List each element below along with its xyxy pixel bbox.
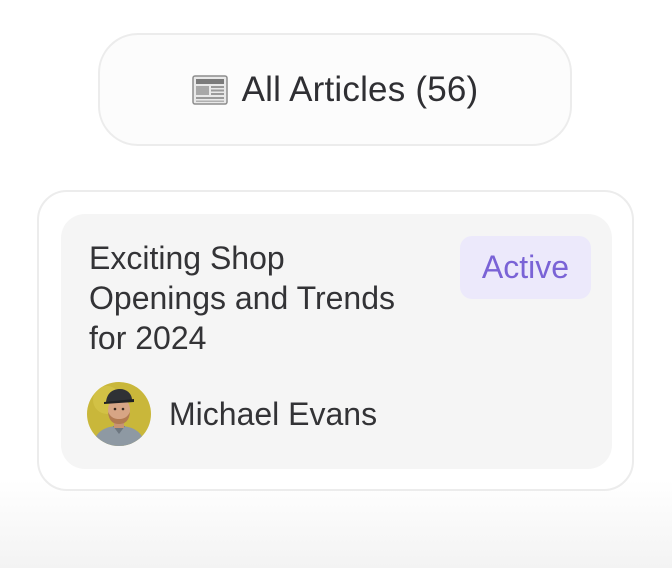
newspaper-icon bbox=[191, 74, 228, 106]
author-info: Michael Evans bbox=[87, 382, 377, 446]
author-name: Michael Evans bbox=[169, 395, 378, 432]
all-articles-filter-button[interactable]: All Articles (56) bbox=[98, 33, 572, 146]
article-card-container: Exciting Shop Openings and Trends for 20… bbox=[37, 190, 634, 491]
filter-label: All Articles (56) bbox=[241, 69, 479, 109]
avatar bbox=[87, 382, 151, 446]
article-title: Exciting Shop Openings and Trends for 20… bbox=[89, 240, 395, 356]
article-card[interactable]: Exciting Shop Openings and Trends for 20… bbox=[61, 214, 612, 469]
status-badge: Active bbox=[460, 236, 591, 299]
